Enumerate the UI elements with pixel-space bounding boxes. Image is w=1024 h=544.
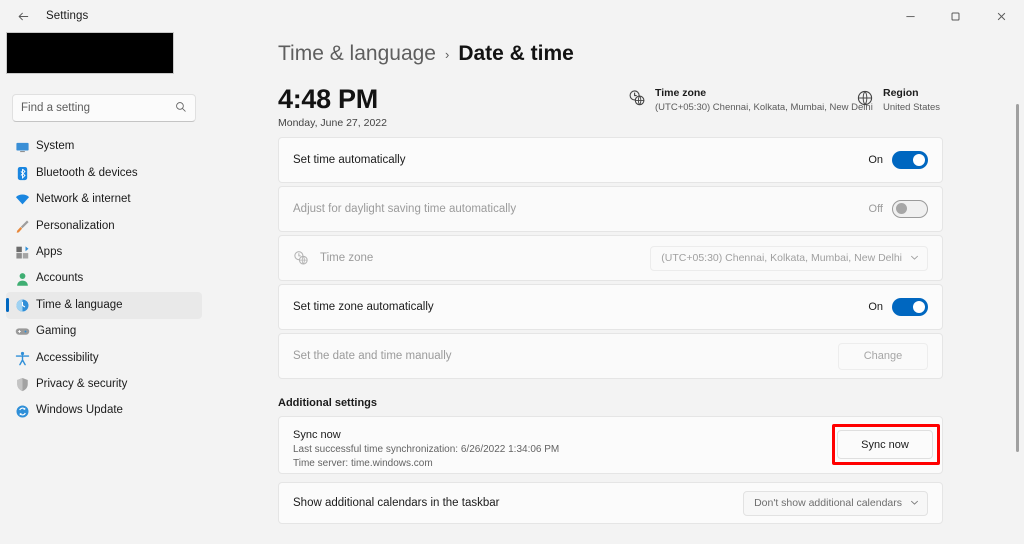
system-monitor-icon [14, 139, 30, 155]
person-icon [14, 271, 30, 287]
back-button[interactable] [8, 2, 38, 30]
gamepad-icon [14, 324, 30, 340]
current-time: 4:48 PM [278, 84, 378, 114]
sidebar-item-time-language[interactable]: Time & language [6, 292, 202, 319]
set-date-time-manually-label: Set the date and time manually [293, 350, 452, 362]
timezone-dropdown-value: (UTC+05:30) Chennai, Kolkata, Mumbai, Ne… [661, 252, 902, 264]
change-button: Change [838, 342, 928, 370]
sidebar-item-label: Apps [36, 246, 63, 258]
sidebar-item-network-internet[interactable]: Network & internet [6, 187, 202, 213]
shield-icon [14, 377, 30, 393]
set-time-automatically-label: Set time automatically [293, 154, 406, 166]
title-bar: Settings [0, 0, 1024, 32]
set-date-time-manually-row: Set the date and time manually Change [278, 333, 943, 379]
set-time-automatically-row[interactable]: Set time automatically On [278, 137, 943, 183]
set-timezone-automatically-toggle[interactable] [892, 298, 928, 316]
show-additional-calendars-row[interactable]: Show additional calendars in the taskbar… [278, 482, 943, 524]
paintbrush-icon [14, 218, 30, 234]
sidebar-item-label: Network & internet [36, 193, 131, 206]
additional-settings-heading: Additional settings [278, 397, 377, 409]
show-additional-calendars-label: Show additional calendars in the taskbar [293, 497, 500, 509]
chevron-down-icon [910, 498, 919, 509]
sidebar: System Bluetooth & devices Network & int… [0, 32, 208, 544]
bluetooth-icon [14, 166, 30, 182]
main-content: Time & language › Date & time 4:48 PM Mo… [208, 32, 1024, 544]
set-timezone-automatically-row[interactable]: Set time zone automatically On [278, 284, 943, 330]
sidebar-item-privacy-security[interactable]: Privacy & security [6, 372, 202, 398]
search-input[interactable] [21, 102, 175, 114]
sidebar-nav: System Bluetooth & devices Network & int… [6, 134, 202, 424]
breadcrumb: Time & language › Date & time [278, 42, 574, 66]
sidebar-item-label: Personalization [36, 219, 115, 232]
globe-icon [856, 89, 874, 107]
clock-globe-icon [293, 250, 309, 266]
sidebar-item-personalization[interactable]: Personalization [6, 213, 202, 239]
sidebar-item-label: System [36, 140, 75, 153]
account-redacted-block [6, 32, 174, 74]
clock-globe-icon [628, 89, 646, 107]
region-value: United States [883, 102, 941, 113]
accessibility-person-icon [14, 350, 30, 366]
page-title: Date & time [458, 42, 574, 65]
set-time-automatically-toggle[interactable] [892, 151, 928, 169]
set-timezone-automatically-label: Set time zone automatically [293, 301, 434, 313]
current-date: Monday, June 27, 2022 [278, 117, 387, 129]
timezone-value: (UTC+05:30) Chennai, Kolkata, Mumbai, Ne… [655, 102, 873, 113]
sidebar-item-label: Privacy & security [36, 377, 128, 390]
sync-now-highlight-box [832, 424, 940, 465]
timezone-row: Time zone (UTC+05:30) Chennai, Kolkata, … [278, 235, 943, 281]
set-time-automatically-state: On [868, 154, 883, 166]
minimize-icon [906, 15, 915, 17]
apps-grid-icon [14, 245, 30, 261]
timezone-summary: Time zone (UTC+05:30) Chennai, Kolkata, … [628, 87, 873, 114]
sidebar-item-label: Accessibility [36, 351, 99, 364]
sidebar-item-apps[interactable]: Apps [6, 240, 202, 266]
timezone-row-label: Time zone [320, 252, 374, 264]
daylight-saving-toggle [892, 200, 928, 218]
sidebar-item-label: Accounts [36, 272, 84, 285]
window-controls [888, 0, 1024, 32]
sidebar-item-accounts[interactable]: Accounts [6, 266, 202, 292]
timezone-dropdown: (UTC+05:30) Chennai, Kolkata, Mumbai, Ne… [650, 245, 928, 271]
sidebar-item-accessibility[interactable]: Accessibility [6, 345, 202, 371]
search-box[interactable] [12, 94, 196, 122]
sidebar-item-label: Gaming [36, 325, 77, 338]
update-refresh-icon [14, 403, 30, 419]
sidebar-item-label: Bluetooth & devices [36, 166, 138, 179]
sidebar-item-system[interactable]: System [6, 134, 202, 160]
breadcrumb-separator-icon: › [444, 46, 450, 62]
close-button[interactable] [978, 0, 1024, 32]
sidebar-item-bluetooth-devices[interactable]: Bluetooth & devices [6, 160, 202, 186]
vertical-scrollbar[interactable] [1016, 104, 1019, 452]
daylight-saving-state: Off [868, 203, 883, 215]
region-summary: Region United States [856, 87, 940, 114]
maximize-button[interactable] [933, 0, 978, 32]
region-label: Region [883, 87, 919, 99]
set-timezone-automatically-state: On [868, 301, 883, 313]
window-title: Settings [46, 10, 89, 22]
calendars-dropdown-value: Don't show additional calendars [754, 497, 902, 509]
close-icon [997, 12, 1005, 20]
minimize-button[interactable] [888, 0, 933, 32]
clock-globe-icon [14, 298, 30, 314]
sidebar-item-label: Time & language [36, 298, 123, 311]
sidebar-item-label: Windows Update [36, 404, 123, 417]
maximize-icon [951, 12, 960, 20]
daylight-saving-label: Adjust for daylight saving time automati… [293, 203, 517, 215]
daylight-saving-row: Adjust for daylight saving time automati… [278, 186, 943, 232]
timezone-label: Time zone [655, 87, 707, 99]
wifi-icon [14, 192, 30, 208]
search-icon [175, 101, 187, 116]
sidebar-item-gaming[interactable]: Gaming [6, 319, 202, 345]
breadcrumb-parent[interactable]: Time & language [278, 42, 436, 66]
back-arrow-icon [18, 12, 28, 20]
calendars-dropdown[interactable]: Don't show additional calendars [743, 490, 928, 516]
sidebar-item-windows-update[interactable]: Windows Update [6, 398, 202, 424]
chevron-down-icon [910, 253, 919, 264]
